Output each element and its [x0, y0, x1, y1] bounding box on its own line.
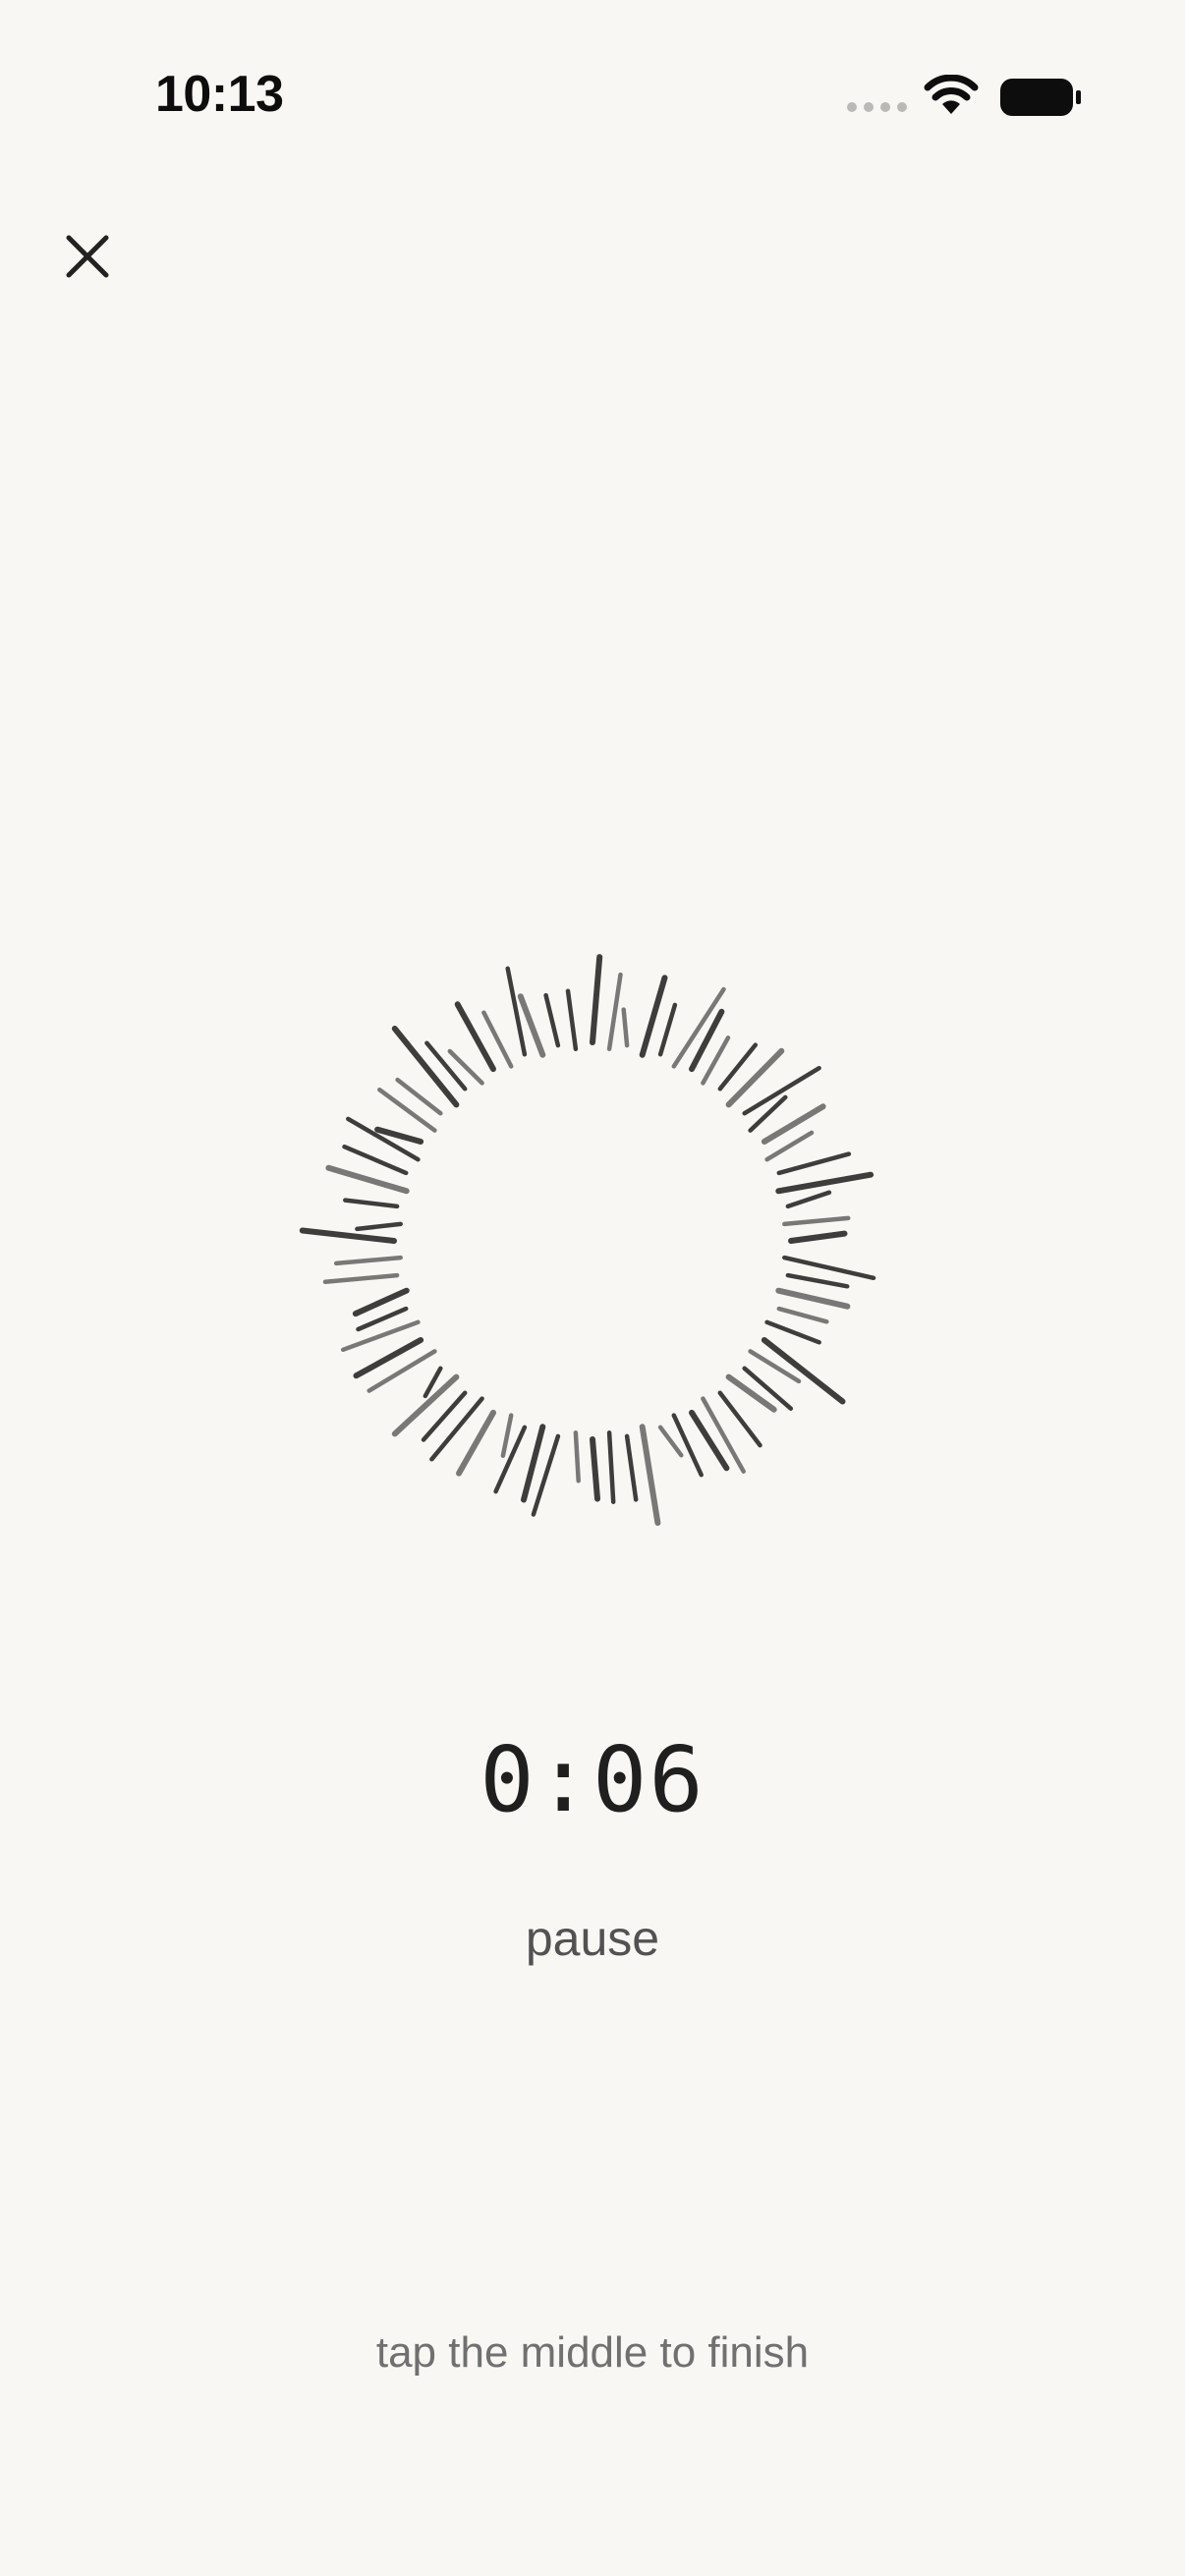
- ring-tick: [353, 1337, 424, 1379]
- ring-tick: [322, 1272, 400, 1285]
- ring-tick: [500, 1413, 514, 1458]
- ring-tick: [590, 954, 603, 1045]
- close-button[interactable]: [53, 222, 122, 291]
- finish-hint: tap the middle to finish: [375, 2328, 810, 2377]
- ring-tick: [689, 1409, 730, 1472]
- ring-tick: [775, 1287, 851, 1310]
- ring-tick: [624, 1433, 639, 1502]
- status-time: 10:13: [155, 66, 284, 123]
- ring-tick: [333, 1255, 403, 1266]
- ring-tick: [299, 1227, 397, 1244]
- ring-tick: [343, 1198, 400, 1209]
- ring-tick: [764, 1319, 821, 1345]
- ring-tick: [776, 1151, 852, 1176]
- ring-tick: [748, 1349, 802, 1384]
- ring-tick: [621, 1007, 630, 1048]
- ring-tick: [565, 988, 579, 1051]
- ring-tick: [391, 1373, 460, 1437]
- ring-tick: [776, 1306, 829, 1324]
- ring-tick: [493, 1425, 528, 1494]
- ring-tick: [454, 1001, 496, 1073]
- ring-tick: [367, 1349, 437, 1393]
- ring-tick: [657, 1002, 678, 1057]
- close-icon: [66, 235, 109, 278]
- pause-button[interactable]: pause: [445, 1910, 740, 1967]
- ring-tick: [342, 1144, 409, 1176]
- ring-tick: [775, 1171, 875, 1195]
- ring-tick: [782, 1215, 851, 1227]
- breathing-ring[interactable]: [295, 943, 890, 1539]
- ring-tick: [748, 1094, 788, 1133]
- ring-tick: [785, 1190, 832, 1209]
- ring-tick: [424, 1040, 468, 1092]
- ring-tick: [606, 1430, 616, 1504]
- signal-dots-icon: [847, 102, 907, 112]
- ring-tick: [325, 1164, 410, 1195]
- ring-tick: [377, 1087, 437, 1133]
- ring-tick: [725, 1373, 777, 1413]
- ring-tick: [639, 1424, 661, 1527]
- ring-tick: [785, 1272, 850, 1289]
- ring-tick: [543, 992, 561, 1048]
- ring-tick: [761, 1337, 846, 1405]
- ring-tick: [590, 1436, 600, 1502]
- ring-tick: [606, 972, 623, 1051]
- ring-tick: [788, 1230, 848, 1244]
- elapsed-timer: 0:06: [480, 1727, 705, 1832]
- status-bar: 10:13: [0, 0, 1185, 196]
- wifi-icon: [924, 75, 979, 114]
- ring-tick: [573, 1430, 581, 1484]
- battery-icon: [1000, 79, 1081, 116]
- ring-tick: [355, 1221, 403, 1232]
- ring-tick: [657, 1425, 684, 1458]
- ring-tick: [505, 966, 528, 1057]
